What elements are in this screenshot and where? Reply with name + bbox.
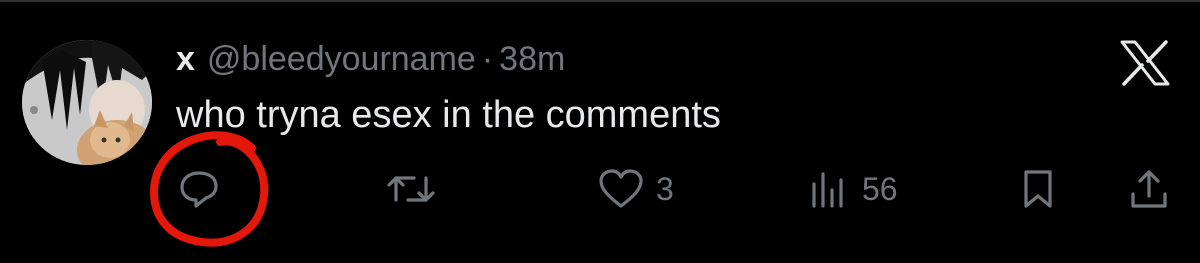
- share-upload-icon: [1131, 170, 1167, 208]
- bookmark-icon: [1024, 170, 1052, 208]
- comment-bubble-icon: [180, 171, 218, 208]
- retweet-button[interactable]: [384, 164, 448, 214]
- views-button[interactable]: 56: [806, 164, 898, 214]
- avatar[interactable]: [22, 40, 152, 165]
- retweet-icon: [387, 176, 435, 202]
- top-divider: [0, 0, 1200, 2]
- share-button[interactable]: [1126, 164, 1172, 214]
- heart-icon: [599, 169, 643, 208]
- bookmark-button[interactable]: [1018, 164, 1058, 214]
- separator-dot: ·: [481, 39, 494, 78]
- like-count: 3: [656, 170, 674, 207]
- views-count: 56: [862, 170, 898, 207]
- tweet-header: x @bleedyourname · 38m: [176, 36, 565, 82]
- like-button[interactable]: 3: [596, 164, 674, 214]
- avatar-photo-icon: [22, 40, 152, 165]
- reply-button[interactable]: [176, 164, 232, 214]
- timestamp[interactable]: 38m: [499, 40, 565, 79]
- x-logo-icon: [1120, 40, 1170, 86]
- author-handle[interactable]: @bleedyourname: [207, 40, 476, 79]
- author-name[interactable]: x: [176, 40, 195, 79]
- analytics-bars-icon: [812, 172, 843, 208]
- tweet-text: who tryna esex in the comments: [176, 94, 721, 136]
